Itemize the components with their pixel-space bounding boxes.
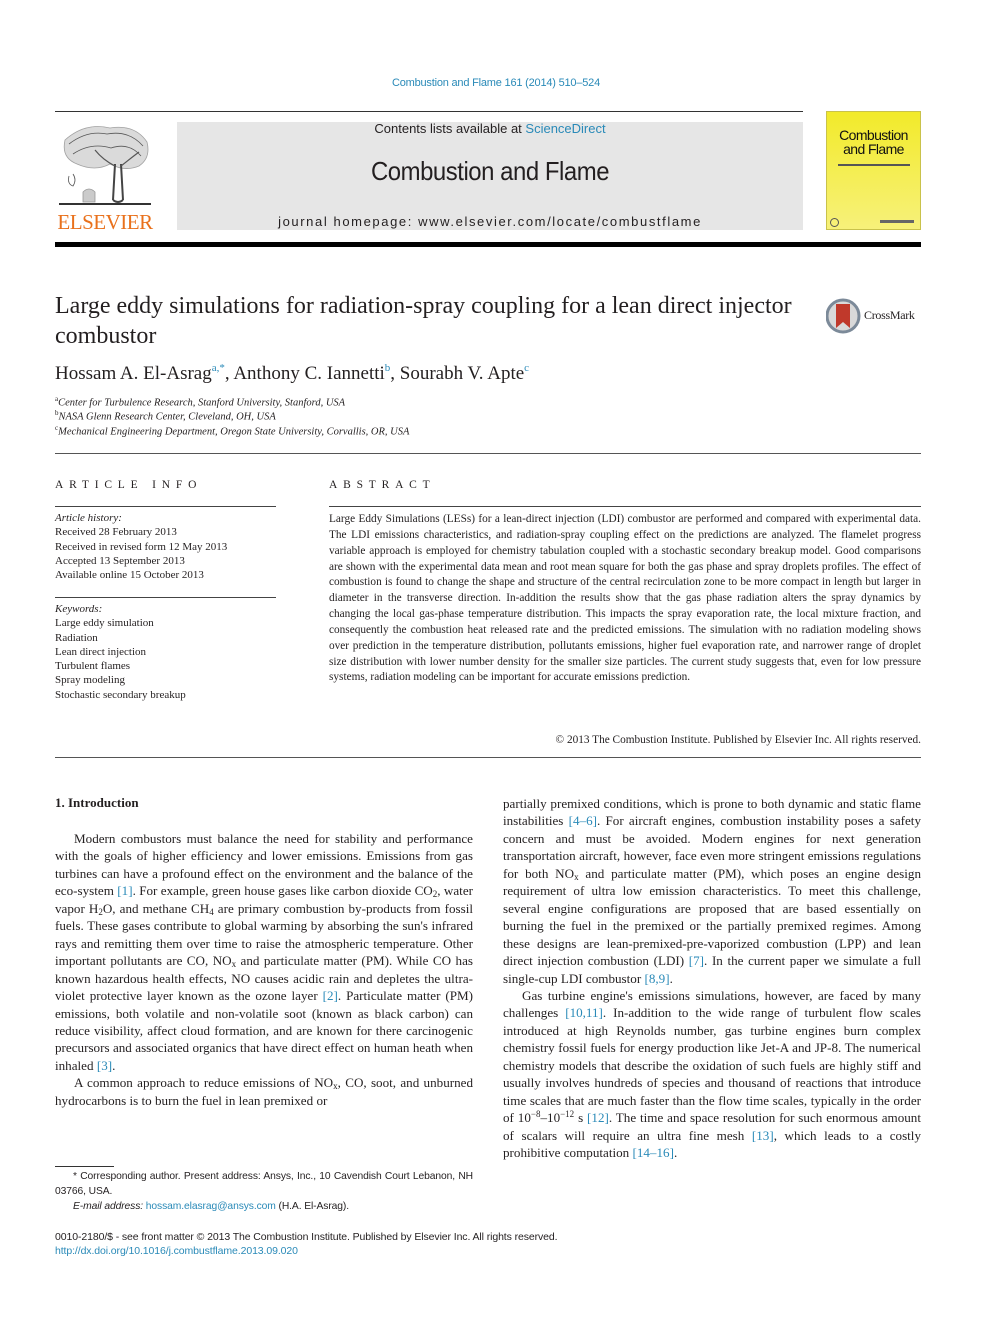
text-run: . For example, green house gases like ca… (132, 883, 433, 899)
corresponding-author-note: * Corresponding author. Present address:… (55, 1171, 473, 1197)
footnote: * Corresponding author. Present address:… (55, 1170, 473, 1214)
text-run: –10 (540, 1110, 561, 1126)
article-history: Article history: Received 28 February 20… (55, 511, 280, 582)
article-info-rule (55, 506, 276, 507)
keyword-item: Lean direct injection (55, 645, 147, 658)
doi-link[interactable]: http://dx.doi.org/10.1016/j.combustflame… (55, 1244, 557, 1258)
history-item: Available online 15 October 2013 (55, 569, 204, 582)
keyword-item: Radiation (55, 631, 98, 644)
text-run: . (669, 970, 673, 986)
author-name[interactable]: Anthony C. Iannetti (233, 363, 384, 384)
header-top-rule (55, 111, 803, 112)
abstract-bottom-rule (55, 757, 921, 758)
crossmark-icon (825, 298, 861, 334)
abstract-body: Large Eddy Simulations (LESs) for a lean… (329, 513, 921, 684)
abstract-rule (329, 506, 921, 507)
journal-name: Combustion and Flame (370, 156, 610, 186)
text-run: . In-addition to the wide range of turbu… (503, 1005, 921, 1126)
sciencedirect-link[interactable]: ScienceDirect (525, 121, 605, 136)
footnote-rule (55, 1166, 114, 1167)
citation-link[interactable]: [4–6] (569, 813, 597, 828)
citation-link[interactable]: [13] (752, 1128, 774, 1143)
tree-icon (59, 126, 151, 205)
author-marks[interactable]: c (524, 362, 529, 374)
keywords-label: Keywords: (55, 603, 103, 615)
affiliation: aCenter for Turbulence Research, Stanfor… (55, 395, 345, 409)
paragraph: Gas turbine engine's emissions simulatio… (503, 987, 921, 1162)
paragraph: Modern combustors must balance the need … (55, 830, 473, 1074)
email-label: E-mail address: (73, 1200, 146, 1212)
introduction-heading: 1. Introduction (55, 795, 139, 810)
cover-subtitle-bar (838, 164, 910, 166)
text-run: O, and methane CH (102, 900, 210, 916)
affiliation: bNASA Glenn Research Center, Cleveland, … (55, 409, 276, 423)
body-column-left: Modern combustors must balance the need … (55, 830, 473, 1109)
history-item: Accepted 13 September 2013 (55, 554, 185, 567)
keyword-item: Turbulent flames (55, 660, 131, 673)
author-name[interactable]: Hossam A. El-Asrag (55, 363, 212, 384)
superscript: −12 (560, 1109, 575, 1120)
text-run: . (112, 1057, 116, 1073)
keyword-item: Large eddy simulation (55, 617, 154, 630)
text-run: A common approach to reduce emissions of… (74, 1075, 334, 1091)
citation-link[interactable]: [12] (587, 1110, 609, 1125)
cover-seal-icon (830, 218, 839, 227)
email-link[interactable]: hossam.elasrag@ansys.com (146, 1201, 276, 1212)
affiliation-text: Center for Turbulence Research, Stanford… (58, 397, 346, 409)
citation-link[interactable]: [2] (323, 988, 338, 1003)
abstract-copyright: © 2013 The Combustion Institute. Publish… (555, 734, 921, 746)
issn-line: 0010-2180/$ - see front matter © 2013 Th… (55, 1231, 558, 1243)
text-run: s (574, 1110, 588, 1126)
cover-title-line2: and Flame (843, 141, 904, 157)
front-matter: 0010-2180/$ - see front matter © 2013 Th… (55, 1230, 558, 1258)
affiliation-text: Mechanical Engineering Department, Orego… (58, 426, 410, 438)
affiliation-text: NASA Glenn Research Center, Cleveland, O… (58, 411, 276, 423)
article-info-heading: ARTICLE INFO (55, 479, 203, 491)
elsevier-wordmark: ELSEVIER (57, 210, 153, 234)
paragraph-continued: partially premixed conditions, which is … (503, 795, 921, 987)
header-thick-rule (55, 242, 921, 247)
history-item: Received 28 February 2013 (55, 526, 177, 539)
author-list: Hossam A. El-Asraga,*, Anthony C. Iannet… (55, 362, 530, 384)
keyword-item: Stochastic secondary breakup (55, 688, 186, 701)
citation-link[interactable]: [8,9] (644, 971, 669, 986)
journal-reference-link[interactable]: Combustion and Flame 161 (2014) 510–524 (0, 77, 992, 89)
cover-title: Combustion and Flame (826, 128, 921, 156)
contents-line: Contents lists available at ScienceDirec… (177, 121, 803, 136)
paragraph: A common approach to reduce emissions of… (55, 1074, 473, 1109)
author-marks[interactable]: a,* (212, 362, 225, 374)
author-name[interactable]: Sourabh V. Apte (400, 363, 524, 384)
email-suffix: (H.A. El-Asrag). (275, 1200, 350, 1212)
citation-link[interactable]: [7] (689, 953, 704, 968)
cover-footer-bar (880, 220, 914, 223)
history-item: Received in revised form 12 May 2013 (55, 540, 228, 553)
citation-link[interactable]: [1] (117, 883, 132, 898)
keywords-rule (55, 597, 276, 598)
keywords: Keywords: Large eddy simulation Radiatio… (55, 602, 280, 702)
citation-link[interactable]: [10,11] (565, 1005, 603, 1020)
journal-homepage[interactable]: journal homepage: www.elsevier.com/locat… (177, 214, 803, 229)
abstract-heading: ABSTRACT (329, 479, 436, 491)
contents-prefix: Contents lists available at (374, 121, 526, 136)
cover-title-line1: Combustion (839, 127, 908, 143)
author-marks[interactable]: b (385, 362, 391, 374)
history-label: Article history: (55, 512, 122, 524)
citation-link[interactable]: [14–16] (632, 1145, 673, 1160)
affiliation: cMechanical Engineering Department, Oreg… (55, 424, 409, 438)
section-divider (55, 453, 921, 454)
crossmark-label[interactable]: CrossMark (864, 308, 915, 323)
email-line: E-mail address: hossam.elasrag@ansys.com… (55, 1200, 473, 1215)
body-column-right: partially premixed conditions, which is … (503, 795, 921, 1162)
text-run: . (673, 1145, 678, 1161)
keyword-item: Spray modeling (55, 674, 125, 687)
article-title: Large eddy simulations for radiation-spr… (55, 293, 792, 349)
citation-link[interactable]: [3] (97, 1058, 112, 1073)
